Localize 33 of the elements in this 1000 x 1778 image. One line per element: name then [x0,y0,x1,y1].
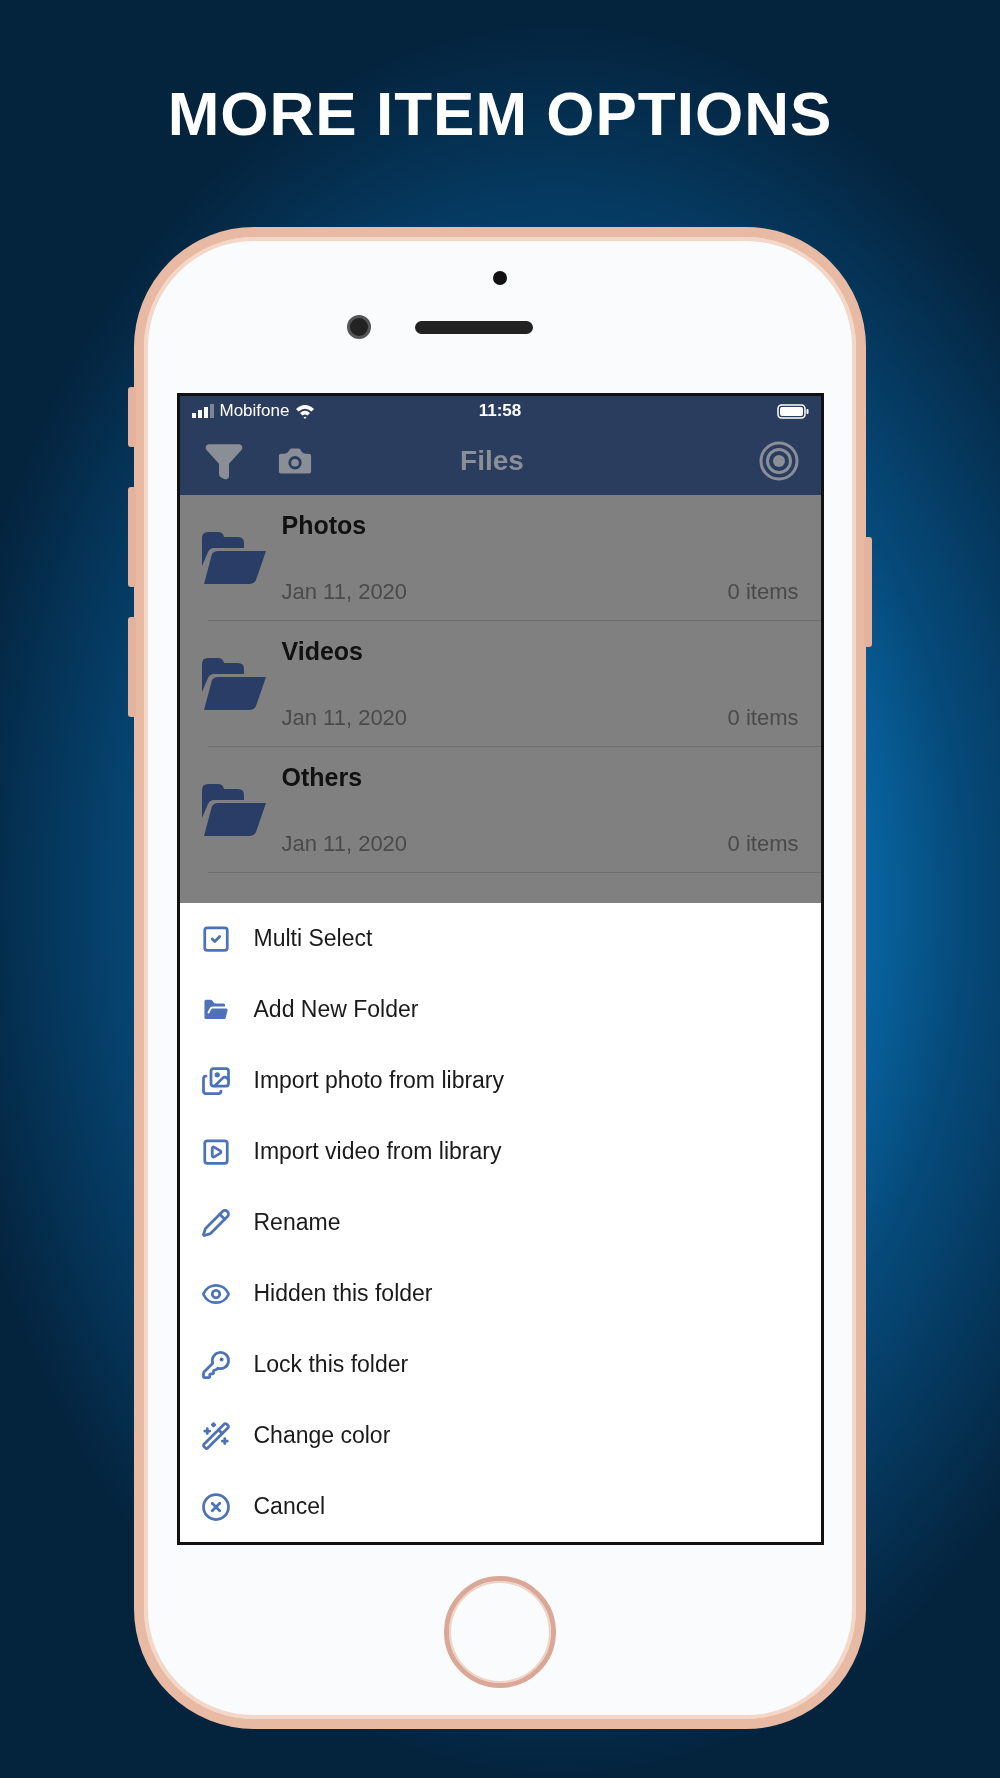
menu-item[interactable]: Cancel [179,1471,821,1542]
carrier-name: Mobifone [219,401,290,421]
headline: MORE ITEM OPTIONS [167,78,833,150]
checkbox-icon [200,923,231,954]
sensor-icon [493,271,507,285]
menu-item[interactable]: Add New Folder [179,974,821,1045]
menu-item[interactable]: Multi Select [179,903,821,974]
close-icon [200,1491,231,1522]
menu-item[interactable]: Lock this folder [179,1329,821,1400]
menu-item[interactable]: Hidden this folder [179,1258,821,1329]
target-icon[interactable] [758,440,799,481]
folder-name: Others [281,763,364,792]
folder-name: Photos [281,511,368,540]
battery-icon [776,403,809,419]
pencil-icon [200,1207,231,1238]
clock-time: 11:58 [478,401,522,421]
menu-item[interactable]: Rename [179,1187,821,1258]
folder-icon [201,784,266,836]
folder-icon [201,532,266,584]
screen-title: Files [459,444,525,477]
wand-icon [200,1420,231,1451]
camera-lens-icon [347,315,371,339]
speaker-icon [415,320,533,334]
key-icon [200,1349,231,1380]
wifi-icon [295,403,316,419]
menu-item[interactable]: Import photo from library [179,1045,821,1116]
signal-icon [191,404,214,418]
menu-item[interactable]: Change color [179,1400,821,1471]
folder-name: Videos [281,637,365,666]
play-icon [200,1136,231,1167]
images-icon [200,1065,231,1096]
menu-item[interactable]: Import video from library [179,1116,821,1187]
folder-icon [201,658,266,710]
